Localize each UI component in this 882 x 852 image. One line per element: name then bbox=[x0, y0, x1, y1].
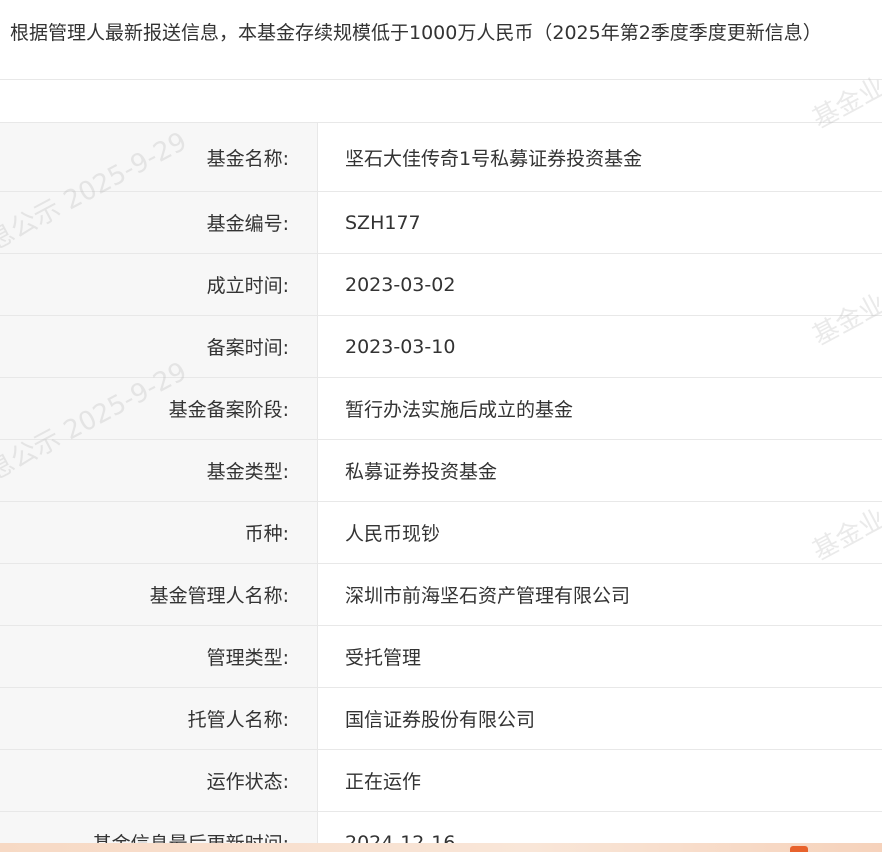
row-value: 暂行办法实施后成立的基金 bbox=[345, 399, 574, 421]
table-row-management-type: 管理类型: 受托管理 bbox=[0, 626, 882, 688]
table-row-fund-code: 基金编号: SZH177 bbox=[0, 192, 882, 254]
row-label: 运作状态: bbox=[0, 750, 318, 811]
row-value: 2023-03-10 bbox=[345, 335, 456, 358]
table-row-filing-stage: 基金备案阶段: 暂行办法实施后成立的基金 bbox=[0, 378, 882, 440]
row-value: 正在运作 bbox=[345, 771, 422, 793]
row-label: 基金备案阶段: bbox=[0, 378, 318, 439]
table-row-fund-type: 基金类型: 私募证券投资基金 bbox=[0, 440, 882, 502]
table-row-filing-date: 备案时间: 2023-03-10 bbox=[0, 316, 882, 378]
row-value: 国信证券股份有限公司 bbox=[345, 709, 536, 731]
row-value: 2023-03-02 bbox=[345, 273, 456, 296]
fund-scale-notice: 根据管理人最新报送信息，本基金存续规模低于1000万人民币（2025年第2季度季… bbox=[0, 0, 882, 80]
table-row-currency: 币种: 人民币现钞 bbox=[0, 502, 882, 564]
fund-info-table: 基金名称: 坚石大佳传奇1号私募证券投资基金 基金编号: SZH177 成立时间… bbox=[0, 122, 882, 852]
row-label: 管理类型: bbox=[0, 626, 318, 687]
row-value: 坚石大佳传奇1号私募证券投资基金 bbox=[345, 147, 643, 170]
row-label: 币种: bbox=[0, 502, 318, 563]
row-value: 私募证券投资基金 bbox=[345, 461, 498, 483]
row-label: 基金类型: bbox=[0, 440, 318, 501]
row-value: SZH177 bbox=[345, 211, 421, 234]
row-label: 基金编号: bbox=[0, 192, 318, 253]
row-value: 人民币现钞 bbox=[345, 523, 441, 545]
table-row-operation-status: 运作状态: 正在运作 bbox=[0, 750, 882, 812]
bottom-banner-strip[interactable] bbox=[0, 843, 882, 852]
row-value[interactable]: 深圳市前海坚石资产管理有限公司 bbox=[318, 564, 882, 625]
row-label: 基金管理人名称: bbox=[0, 564, 318, 625]
fund-info-page: 根据管理人最新报送信息，本基金存续规模低于1000万人民币（2025年第2季度季… bbox=[0, 0, 882, 852]
row-value: 受托管理 bbox=[345, 647, 422, 669]
bottom-banner-icon bbox=[790, 846, 808, 852]
table-row-manager-name: 基金管理人名称: 深圳市前海坚石资产管理有限公司 bbox=[0, 564, 882, 626]
row-label: 托管人名称: bbox=[0, 688, 318, 749]
table-row-fund-name: 基金名称: 坚石大佳传奇1号私募证券投资基金 bbox=[0, 123, 882, 192]
table-row-custodian-name: 托管人名称: 国信证券股份有限公司 bbox=[0, 688, 882, 750]
row-label: 成立时间: bbox=[0, 254, 318, 315]
table-row-established-date: 成立时间: 2023-03-02 bbox=[0, 254, 882, 316]
row-label: 备案时间: bbox=[0, 316, 318, 377]
row-label: 基金名称: bbox=[0, 123, 318, 191]
